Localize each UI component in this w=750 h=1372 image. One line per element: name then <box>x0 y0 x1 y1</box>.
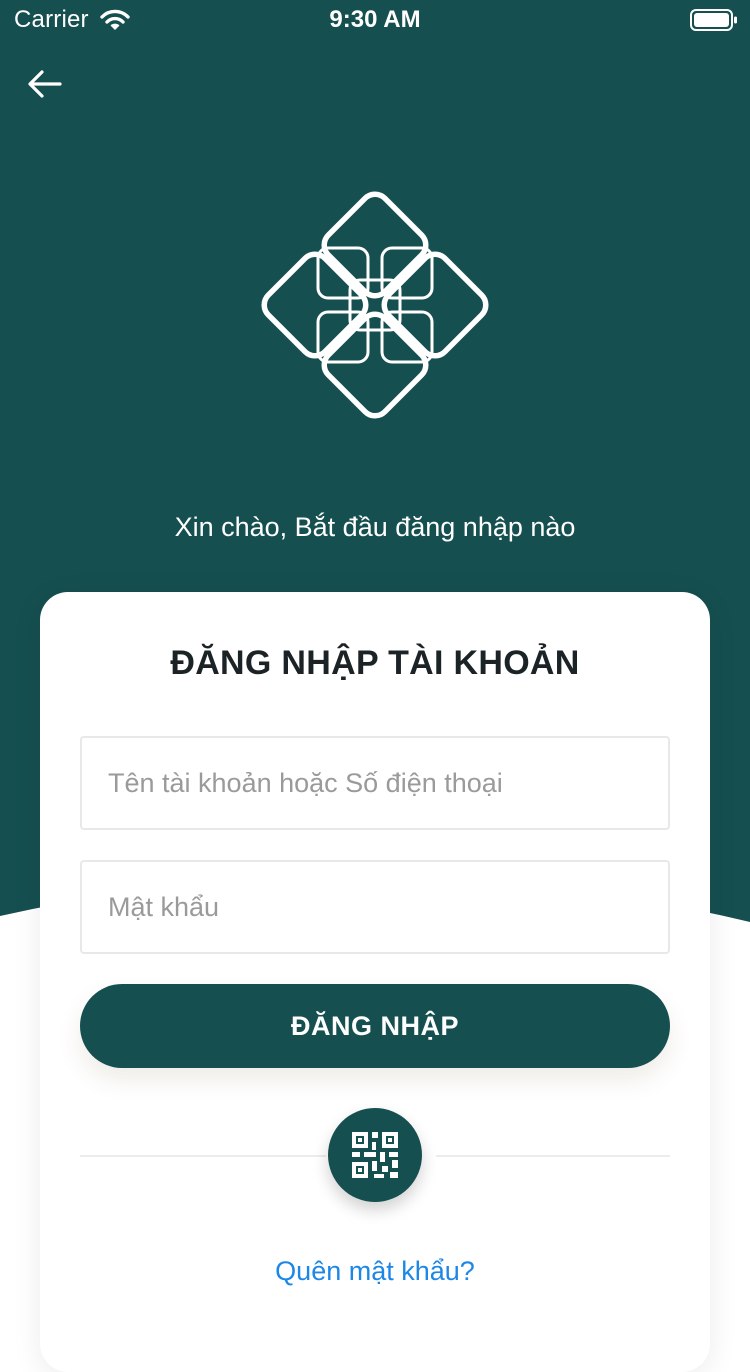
password-input[interactable] <box>82 862 668 952</box>
password-field[interactable] <box>80 860 670 954</box>
login-card: ĐĂNG NHẬP TÀI KHOẢN ĐĂNG NHẬP <box>40 592 710 1372</box>
username-field[interactable] <box>80 736 670 830</box>
back-button[interactable] <box>20 62 70 106</box>
qr-login-button[interactable] <box>328 1108 422 1202</box>
status-time: 9:30 AM <box>329 6 421 33</box>
divider-left <box>80 1155 326 1157</box>
arrow-left-icon <box>28 70 62 98</box>
status-bar: Carrier 9:30 AM <box>0 0 750 40</box>
login-button[interactable]: ĐĂNG NHẬP <box>80 984 670 1068</box>
forgot-password-link[interactable]: Quên mật khẩu? <box>40 1256 710 1287</box>
interlocking-diamond-logo-icon <box>261 191 489 419</box>
greeting-text: Xin chào, Bắt đầu đăng nhập nào <box>174 512 576 542</box>
battery-icon <box>690 9 737 31</box>
login-card-title: ĐĂNG NHẬP TÀI KHOẢN <box>170 644 580 682</box>
username-input[interactable] <box>82 738 668 828</box>
qr-code-icon <box>352 1132 398 1178</box>
divider-right <box>436 1155 670 1157</box>
